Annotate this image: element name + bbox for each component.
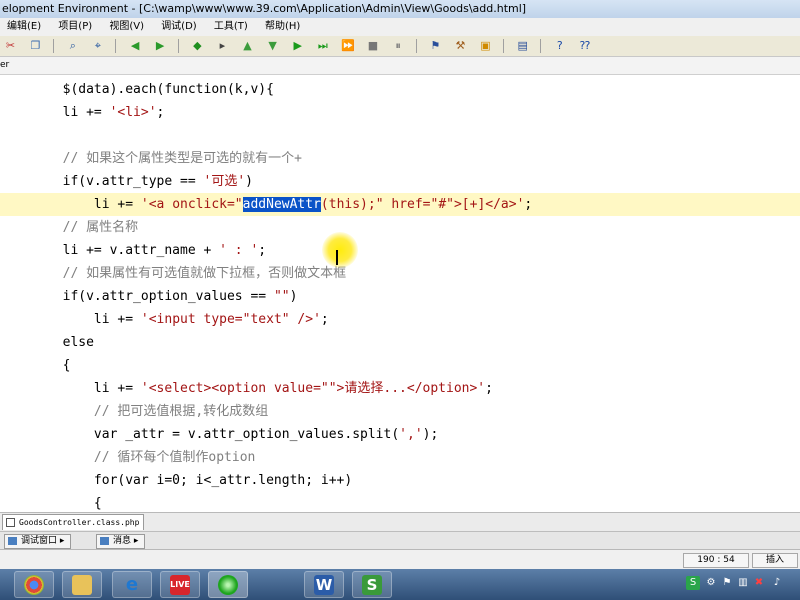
word-icon: W bbox=[314, 575, 334, 595]
code-editor[interactable]: $(data).each(function(k,v){ li += '<li>'… bbox=[0, 75, 800, 512]
debug-window-icon bbox=[8, 537, 17, 545]
code-line: // 循环每个值制作option bbox=[0, 450, 256, 465]
forward-icon[interactable]: ▶ bbox=[152, 38, 169, 54]
pause-icon[interactable]: ⏸ bbox=[390, 38, 407, 54]
cursor-position: 190 : 54 bbox=[683, 553, 749, 568]
window-titlebar: elopment Environment - [C:\wamp\www\www.… bbox=[0, 0, 800, 18]
taskbar-chrome[interactable] bbox=[14, 571, 54, 598]
document-bar-label: er bbox=[0, 60, 10, 70]
code-line: $(data).each(function(k,v){ bbox=[31, 82, 274, 97]
taskbar-word[interactable]: W bbox=[304, 571, 344, 598]
tools-icon[interactable]: ⚒ bbox=[452, 38, 469, 54]
code-line: // 如果属性有可选值就做下拉框，否则做文本框 bbox=[0, 266, 347, 281]
text-cursor-icon bbox=[333, 250, 341, 265]
chrome-icon bbox=[24, 575, 44, 595]
file-tab-label: GoodsController.class.php bbox=[19, 518, 140, 527]
back-icon[interactable]: ◀ bbox=[127, 38, 144, 54]
toolbar-separator bbox=[503, 39, 505, 53]
menu-debug[interactable]: 调试(D) bbox=[154, 18, 204, 36]
code-line: li += '<li>'; bbox=[0, 105, 165, 120]
document-bar: er bbox=[0, 57, 800, 75]
tab-messages-label: 消息 bbox=[113, 536, 132, 546]
status-bar: 190 : 54 插入 bbox=[0, 549, 800, 570]
bookmark-icon[interactable]: ⚑ bbox=[427, 38, 444, 54]
code-line: if(v.attr_option_values == "") bbox=[0, 289, 298, 304]
code-line: li += '<input type="text" />'; bbox=[0, 312, 329, 327]
context-help-icon[interactable]: ⁇ bbox=[576, 38, 593, 54]
toolbar-separator bbox=[540, 39, 542, 53]
taskbar: e LIVE W S S ⚙ ⚑ ▥ ✖ ♪ bbox=[0, 569, 800, 600]
menu-view[interactable]: 视图(V) bbox=[102, 18, 151, 36]
go-left-icon[interactable]: ◆ bbox=[189, 38, 206, 54]
code-line: var _attr = v.attr_option_values.split('… bbox=[0, 427, 439, 442]
find-replace-icon[interactable]: ⌖ bbox=[89, 38, 106, 54]
tray-network-icon[interactable]: ▥ bbox=[736, 576, 750, 590]
file-tab-bar: GoodsController.class.php bbox=[0, 512, 800, 531]
window-icon[interactable]: ▤ bbox=[514, 38, 531, 54]
up-icon[interactable]: ▲ bbox=[239, 38, 256, 54]
messages-icon bbox=[100, 537, 109, 545]
tray-s-icon[interactable]: S bbox=[686, 576, 700, 590]
code-line: // 属性名称 bbox=[0, 220, 139, 235]
code-line: // 如果这个属性类型是可选的就有一个+ bbox=[0, 151, 302, 166]
taskbar-ie[interactable]: e bbox=[112, 571, 152, 598]
toolbar-separator bbox=[177, 39, 179, 53]
code-line: { bbox=[0, 358, 71, 373]
tray-volume-icon[interactable]: ♪ bbox=[770, 576, 784, 590]
ie-icon: e bbox=[125, 574, 139, 595]
tab-messages[interactable]: 消息 ▸ bbox=[96, 534, 146, 549]
code-line: else bbox=[0, 335, 94, 350]
live-icon: LIVE bbox=[170, 575, 190, 595]
greenball-icon bbox=[218, 575, 238, 595]
toolbar-separator bbox=[115, 39, 117, 53]
window-title: elopment Environment - [C:\wamp\www\www.… bbox=[2, 2, 527, 15]
insert-mode: 插入 bbox=[752, 553, 798, 568]
taskbar-active-app[interactable] bbox=[208, 571, 248, 598]
taskbar-folder[interactable] bbox=[62, 571, 102, 598]
code-line: if(v.attr_type == '可选') bbox=[0, 174, 253, 189]
go-right-icon[interactable]: ▸ bbox=[214, 38, 231, 54]
tab-debug-window-label: 调试窗口 bbox=[21, 536, 58, 546]
editor-icon: S bbox=[362, 575, 382, 595]
code-line: // 把可选值根据,转化成数组 bbox=[0, 404, 269, 419]
menu-tools[interactable]: 工具(T) bbox=[207, 18, 255, 36]
php-icon[interactable]: ▣ bbox=[477, 38, 494, 54]
folder-icon bbox=[72, 575, 92, 595]
selected-text: addNewAttr bbox=[242, 197, 321, 212]
taskbar-editor[interactable]: S bbox=[352, 571, 392, 598]
menu-bar: 编辑(E) 项目(P) 视图(V) 调试(D) 工具(T) 帮助(H) bbox=[0, 18, 800, 36]
help-icon[interactable]: ? bbox=[551, 38, 568, 54]
run-icon[interactable]: ▶ bbox=[289, 38, 306, 54]
stop-icon[interactable]: ■ bbox=[365, 38, 382, 54]
cut-icon[interactable]: ✂ bbox=[2, 38, 19, 54]
tray-flag-icon[interactable]: ⚑ bbox=[720, 576, 734, 590]
code-line-current: li += '<a onclick="addNewAttr(this);" hr… bbox=[0, 193, 800, 216]
code-line: li += '<select><option value="">请选择...</… bbox=[0, 381, 493, 396]
tab-debug-window[interactable]: 调试窗口 ▸ bbox=[4, 534, 72, 549]
toolbar-separator bbox=[415, 39, 417, 53]
search-icon[interactable]: ⌕ bbox=[64, 38, 81, 54]
taskbar-live[interactable]: LIVE bbox=[160, 571, 200, 598]
panel-tab-bar: 调试窗口 ▸ 消息 ▸ bbox=[0, 531, 800, 550]
copy-icon[interactable]: ❐ bbox=[27, 38, 44, 54]
menu-edit[interactable]: 编辑(E) bbox=[0, 18, 48, 36]
file-tab[interactable]: GoodsController.class.php bbox=[2, 514, 145, 530]
code-line: for(var i=0; i<_attr.length; i++) bbox=[0, 473, 353, 488]
chevron-right-icon: ▸ bbox=[133, 536, 139, 546]
tray-warning-icon[interactable]: ✖ bbox=[752, 576, 766, 590]
down-icon[interactable]: ▼ bbox=[264, 38, 281, 54]
menu-project[interactable]: 项目(P) bbox=[51, 18, 99, 36]
tray-settings-icon[interactable]: ⚙ bbox=[704, 576, 718, 590]
toolbar-separator bbox=[53, 39, 55, 53]
chevron-right-icon: ▸ bbox=[59, 536, 65, 546]
code-line: { bbox=[0, 496, 102, 511]
step-into-icon[interactable]: ⏭ bbox=[314, 38, 331, 54]
menu-help[interactable]: 帮助(H) bbox=[258, 18, 307, 36]
file-icon bbox=[6, 518, 15, 527]
code-line: li += v.attr_name + ' : '; bbox=[0, 243, 267, 258]
toolbar: ✂ ❐ ⌕ ⌖ ◀ ▶ ◆ ▸ ▲ ▼ ▶ ⏭ ⏩ ■ ⏸ ⚑ ⚒ ▣ ▤ ? … bbox=[0, 36, 800, 57]
step-over-icon[interactable]: ⏩ bbox=[339, 38, 356, 54]
